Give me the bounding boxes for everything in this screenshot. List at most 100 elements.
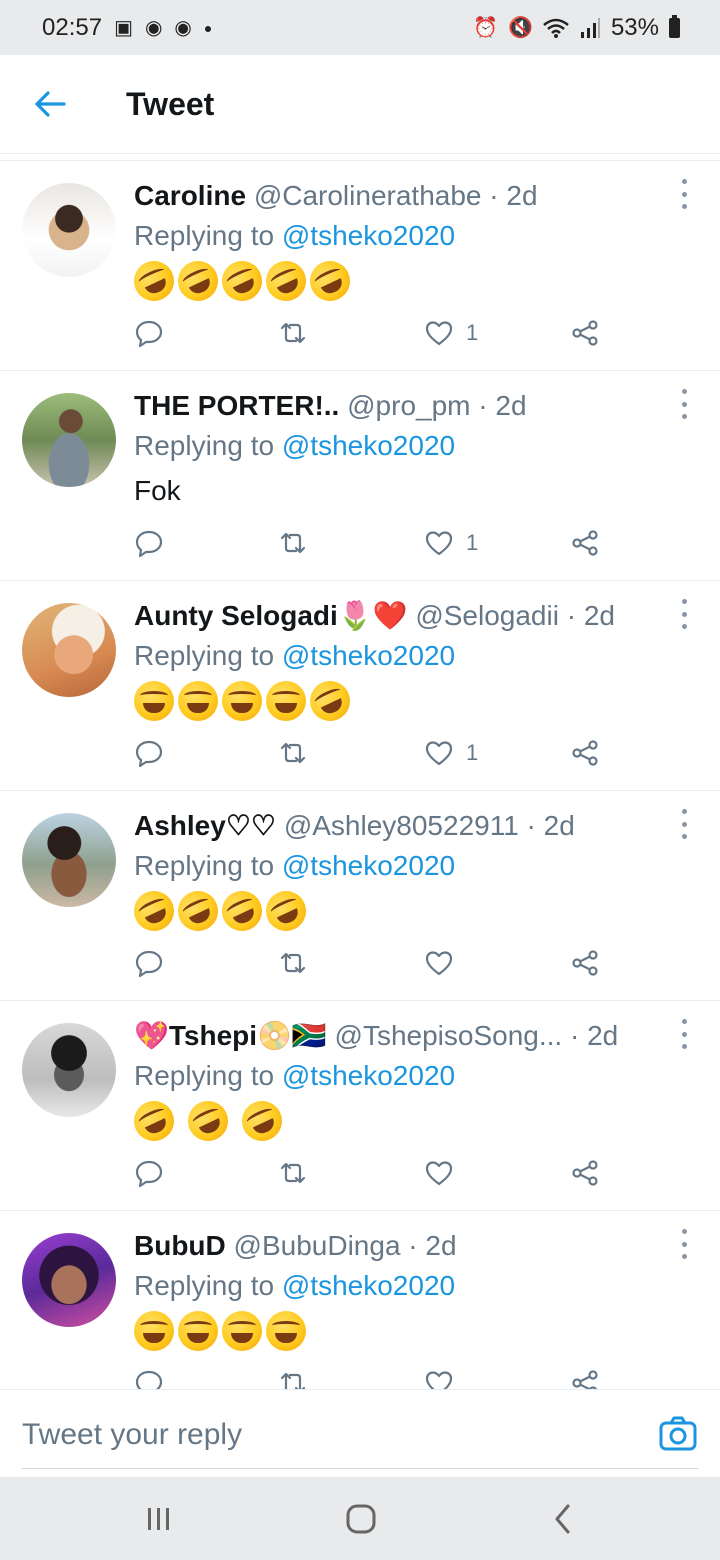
share-button[interactable] — [570, 1361, 600, 1389]
retweet-button[interactable] — [278, 1361, 308, 1389]
avatar[interactable] — [22, 603, 116, 697]
tweet-actions: 1 — [134, 521, 614, 565]
tweet[interactable]: BubuD @BubuDinga · 2d Replying to @tshek… — [0, 1211, 720, 1389]
display-name[interactable]: BubuD — [134, 1230, 226, 1261]
joy-emoji — [266, 681, 306, 721]
handle[interactable]: @Ashley80522911 — [284, 810, 519, 841]
mention-link[interactable]: @tsheko2020 — [282, 640, 455, 671]
back-arrow-icon — [35, 91, 66, 117]
reply-button[interactable] — [134, 1151, 164, 1195]
reply-button[interactable] — [134, 311, 164, 355]
heart-icon — [425, 1161, 453, 1186]
handle[interactable]: @Selogadii — [415, 600, 559, 631]
tweet-emojis — [134, 674, 660, 728]
replying-to: Replying to @tsheko2020 — [134, 845, 660, 887]
home-icon — [346, 1504, 376, 1534]
back-button[interactable] — [0, 55, 100, 154]
share-button[interactable] — [570, 1151, 600, 1195]
share-button[interactable] — [570, 941, 600, 985]
retweet-button[interactable] — [278, 731, 308, 775]
mention-link[interactable]: @tsheko2020 — [282, 1060, 455, 1091]
display-name[interactable]: Caroline — [134, 180, 246, 211]
retweet-button[interactable] — [278, 1151, 308, 1195]
tweet[interactable]: Aunty Selogadi🌷❤️ @Selogadii · 2d Replyi… — [0, 581, 720, 791]
rofl-emoji — [215, 254, 269, 308]
rofl-emoji — [127, 254, 181, 308]
system-back-button[interactable] — [538, 1497, 588, 1541]
joy-emoji — [134, 1311, 174, 1351]
display-name[interactable]: Ashley♡♡ — [134, 810, 276, 841]
display-name[interactable]: THE PORTER!.. — [134, 390, 339, 421]
tweet[interactable]: Caroline @Carolinerathabe · 2d Replying … — [0, 161, 720, 371]
mention-link[interactable]: @tsheko2020 — [282, 1270, 455, 1301]
more-options-button[interactable] — [676, 1019, 692, 1049]
retweet-button[interactable] — [278, 311, 308, 355]
handle[interactable]: @pro_pm — [347, 390, 470, 421]
avatar[interactable] — [22, 393, 116, 487]
replying-prefix: Replying to — [134, 1060, 282, 1091]
more-options-button[interactable] — [676, 599, 692, 629]
retweet-icon — [280, 322, 306, 344]
more-options-button[interactable] — [676, 1229, 692, 1259]
retweet-button[interactable] — [278, 521, 308, 565]
battery-percent: 53% — [610, 13, 659, 41]
avatar[interactable] — [22, 813, 116, 907]
like-button[interactable] — [424, 1151, 466, 1195]
tweet-actions: 1 — [134, 731, 614, 775]
share-icon — [572, 1370, 598, 1389]
like-count: 1 — [466, 740, 479, 765]
tweet-header: THE PORTER!.. @pro_pm · 2d — [134, 387, 660, 425]
more-options-button[interactable] — [676, 809, 692, 839]
display-name[interactable]: Aunty Selogadi🌷❤️ — [134, 600, 408, 631]
share-button[interactable] — [570, 521, 600, 565]
reply-input[interactable] — [22, 1404, 622, 1466]
share-button[interactable] — [570, 731, 600, 775]
handle[interactable]: @TshepisoSong... — [335, 1020, 563, 1051]
like-button[interactable] — [424, 941, 466, 985]
like-button[interactable]: 1 — [424, 311, 478, 355]
app-header: Tweet — [0, 55, 720, 154]
tweet[interactable]: Ashley♡♡ @Ashley80522911 · 2d Replying t… — [0, 791, 720, 1001]
like-button[interactable]: 1 — [424, 731, 478, 775]
avatar[interactable] — [22, 1233, 116, 1327]
more-options-button[interactable] — [676, 179, 692, 209]
avatar[interactable] — [22, 183, 116, 277]
display-name[interactable]: 💖Tshepi📀🇿🇦 — [134, 1020, 327, 1051]
tweet-header: Ashley♡♡ @Ashley80522911 · 2d — [134, 807, 660, 845]
avatar[interactable] — [22, 1023, 116, 1117]
mention-link[interactable]: @tsheko2020 — [282, 850, 455, 881]
rofl-emoji — [303, 674, 357, 728]
reply-composer — [0, 1389, 720, 1477]
share-button[interactable] — [570, 311, 600, 355]
mention-link[interactable]: @tsheko2020 — [282, 220, 455, 251]
tweet-emojis — [127, 1094, 660, 1148]
timestamp: · 2d — [481, 180, 538, 211]
reply-button[interactable] — [134, 941, 164, 985]
heart-icon — [425, 531, 453, 556]
like-button[interactable] — [424, 1361, 466, 1389]
reply-button[interactable] — [134, 1361, 164, 1389]
tweet[interactable]: 💖Tshepi📀🇿🇦 @TshepisoSong... · 2d Replyin… — [0, 1001, 720, 1211]
reply-icon — [135, 1160, 163, 1188]
retweet-icon — [280, 742, 306, 764]
retweet-button[interactable] — [278, 941, 308, 985]
reply-button[interactable] — [134, 521, 164, 565]
camera-button[interactable] — [658, 1414, 698, 1454]
rofl-emoji — [171, 884, 225, 938]
reply-list[interactable]: Caroline @Carolinerathabe · 2d Replying … — [0, 161, 720, 1389]
status-bar-left: 02:57 ▣ ◉ ◉ ● — [42, 14, 212, 42]
share-icon — [572, 530, 598, 556]
like-button[interactable]: 1 — [424, 521, 478, 565]
page-title: Tweet — [126, 85, 215, 122]
wifi-icon — [543, 18, 569, 38]
more-options-button[interactable] — [676, 389, 692, 419]
tweet-actions — [134, 1361, 614, 1389]
recents-button[interactable] — [134, 1497, 184, 1541]
tweet[interactable]: THE PORTER!.. @pro_pm · 2d Replying to @… — [0, 371, 720, 581]
home-button[interactable] — [336, 1497, 386, 1541]
handle[interactable]: @Carolinerathabe — [254, 180, 482, 211]
share-icon — [572, 1160, 598, 1186]
handle[interactable]: @BubuDinga — [234, 1230, 401, 1261]
mention-link[interactable]: @tsheko2020 — [282, 430, 455, 461]
reply-button[interactable] — [134, 731, 164, 775]
